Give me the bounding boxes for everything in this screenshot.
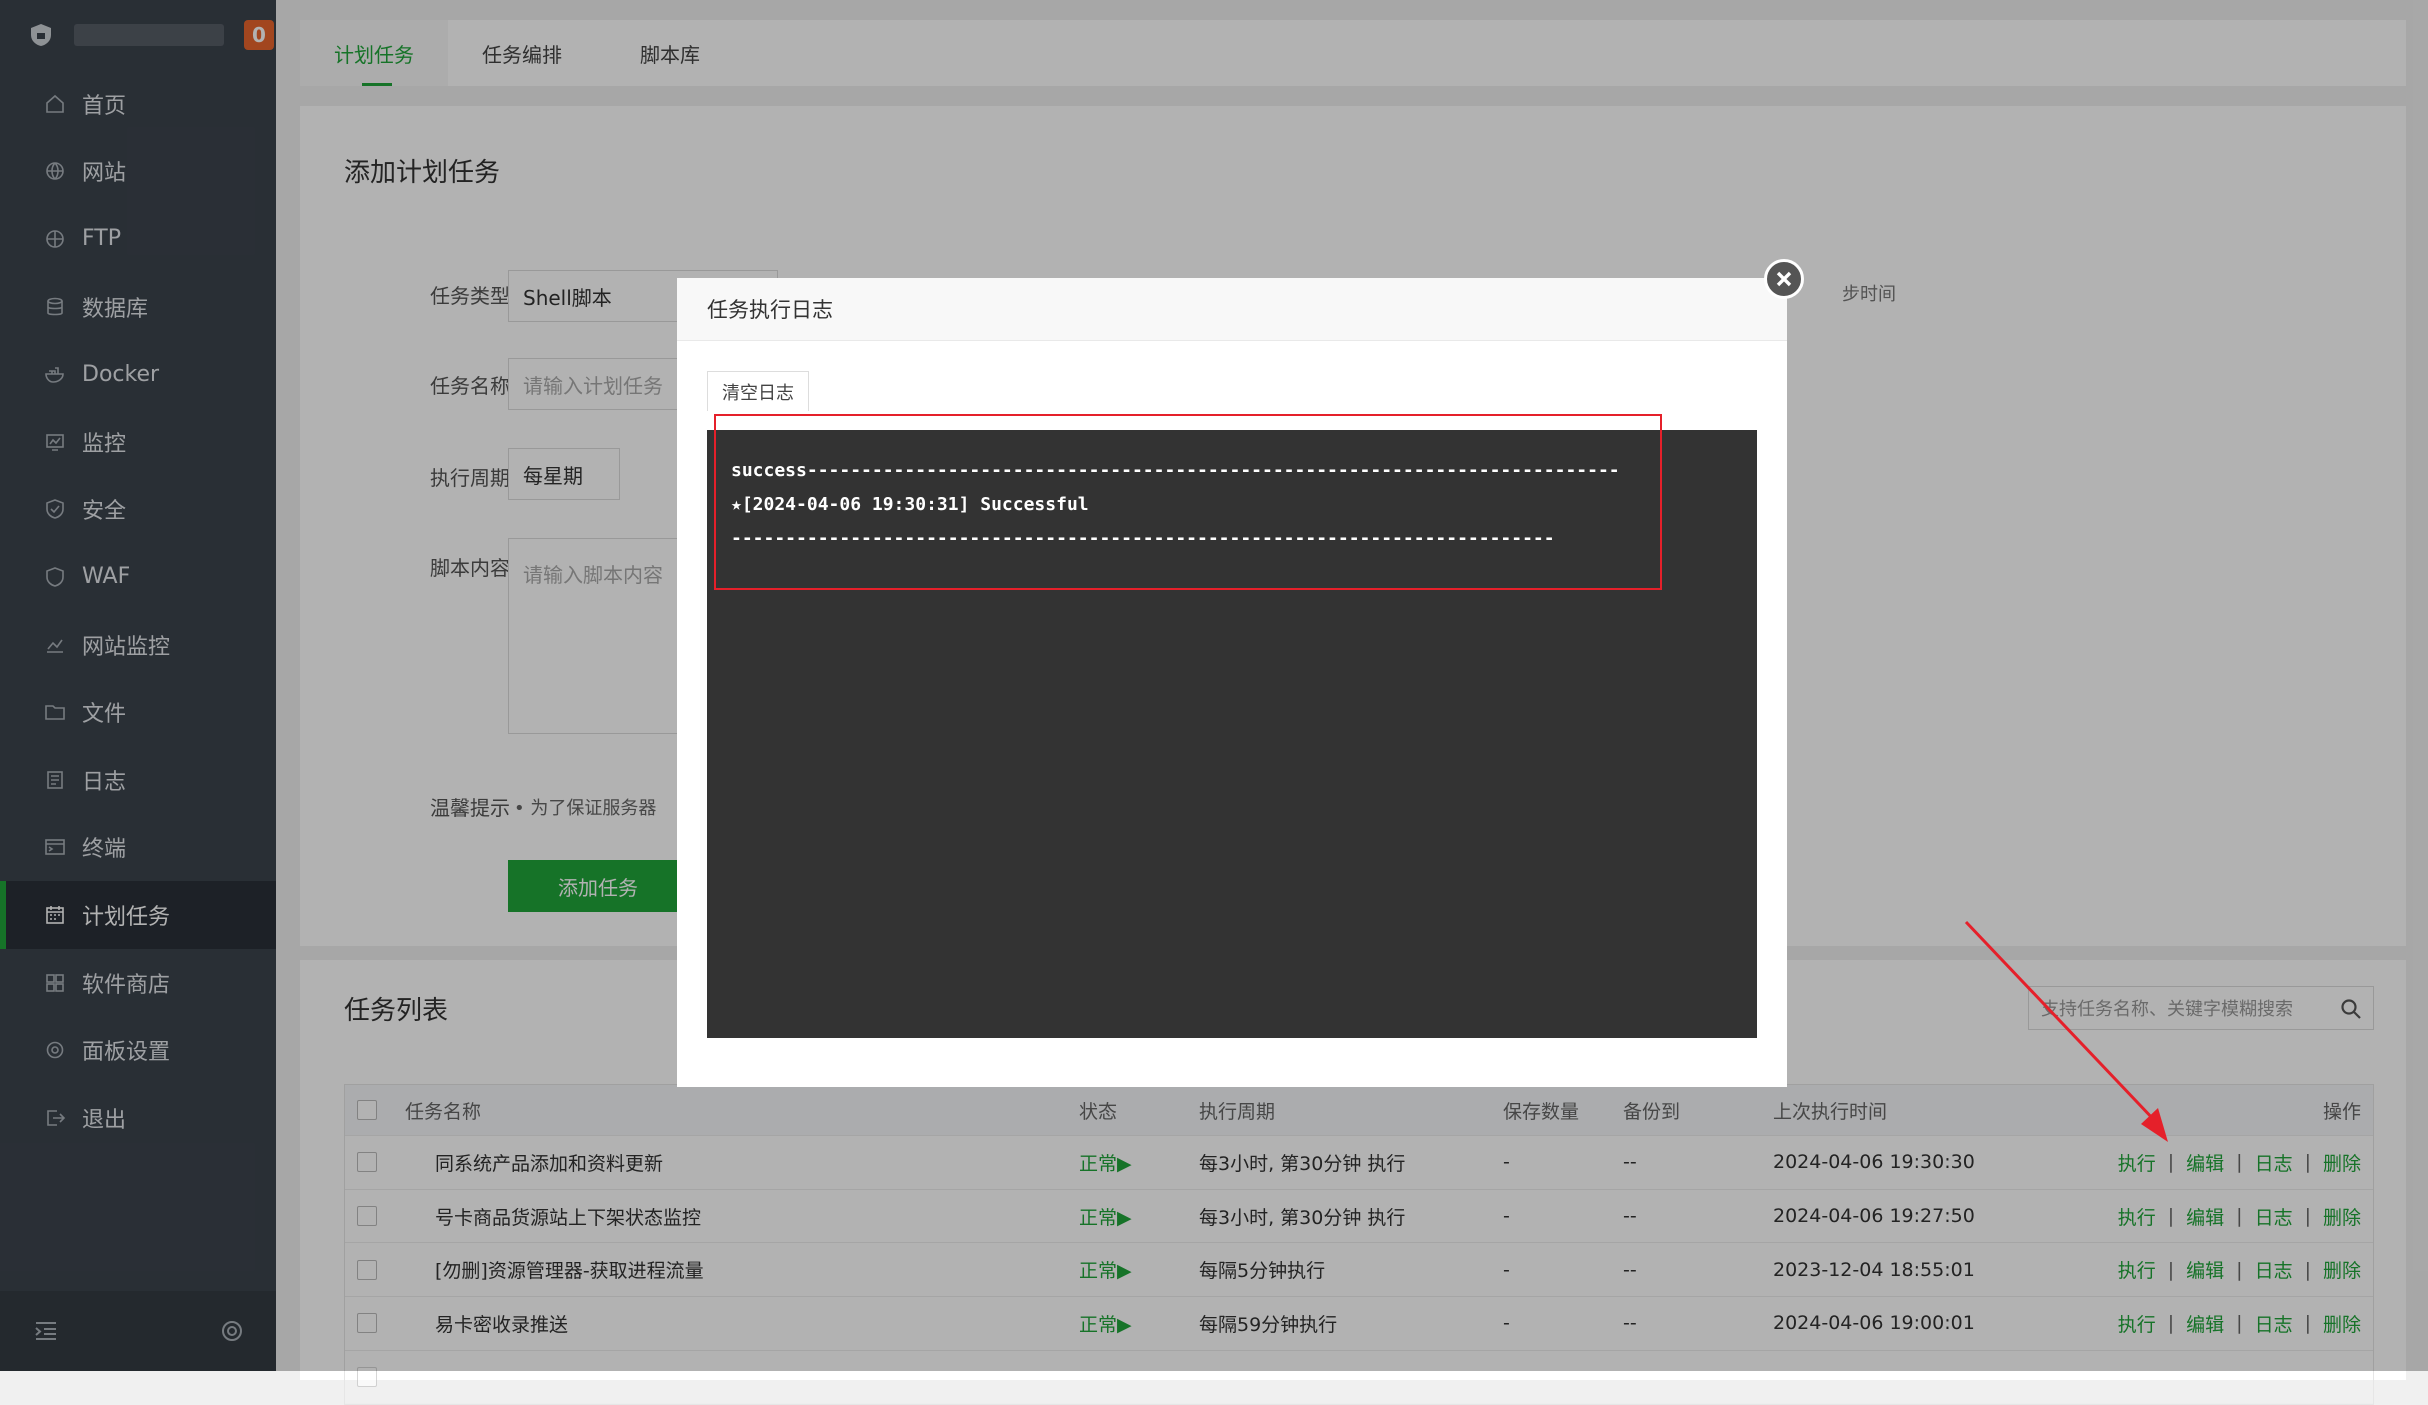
task-log-modal: 任务执行日志 清空日志 success---------------------… [677,278,1787,1087]
clear-log-button[interactable]: 清空日志 [707,371,809,411]
modal-title: 任务执行日志 [677,278,1787,341]
close-icon [1776,271,1792,287]
annotation-highlight-box [714,414,1662,590]
close-modal-button[interactable] [1764,259,1804,299]
